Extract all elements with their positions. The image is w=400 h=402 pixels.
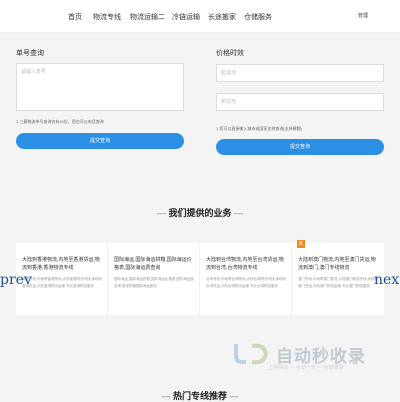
- nav-item-transport-2[interactable]: 物流运输二: [130, 12, 165, 22]
- service-card-desc: 澳门专线,内地寄澳门物流,大陆澳门物流专线,深圳到澳门货运,大陆澳门物流运输,专…: [298, 277, 378, 288]
- nav-item-warehousing[interactable]: 仓储服务: [244, 12, 272, 22]
- tracking-submit-button[interactable]: 提交查询: [16, 133, 184, 149]
- service-card-title: 大陆到澳门物流,内地至澳门货运,物流到澳门,澳门专线物流: [298, 257, 376, 271]
- tracking-number-input[interactable]: 请输入单号: [16, 63, 184, 111]
- watermark-subtext: 上传网站 — 手动一次 — 自动收录: [268, 365, 344, 371]
- price-note: 1.您可以直接输入城市或国家名称查询(支持模糊): [216, 126, 302, 131]
- tracking-title: 单号查询: [16, 50, 44, 57]
- destination-input[interactable]: 到达地: [216, 93, 384, 111]
- service-card-desc: 台湾专线,内地寄台湾物流,大陆台湾物流专线,深圳到台湾货运,大陆台湾物流运输,专…: [206, 277, 286, 288]
- top-nav: 首页 物流专线 物流运输二 冷链运输 长途搬家 仓储服务 管理: [0, 0, 400, 33]
- lines-heading: — 热门专线推荐 —: [161, 391, 239, 401]
- carousel-next-button[interactable]: next: [374, 272, 400, 288]
- nav-user-link[interactable]: 管理: [358, 12, 368, 19]
- service-card-title: 大陆到台湾物流,内地至台湾货运,物流到台湾,台湾物流专线: [206, 257, 284, 271]
- nav-item-logistics-lines[interactable]: 物流专线: [93, 12, 121, 22]
- watermark: 自动秒收录 上传网站 — 手动一次 — 自动收录: [228, 340, 388, 380]
- services-carousel: 大陆到香港物流,内地至香港货运,物流到香港,香港物流专线 香港专线,内地寄香港物…: [16, 243, 384, 315]
- price-submit-button[interactable]: 提交查询: [216, 139, 384, 155]
- carousel-prev-button[interactable]: prev: [0, 272, 32, 288]
- service-card-desc: 国际海运,国际海运拼箱,国际海运价格表,国际海运费查询,整柜拼箱国际海运服务: [114, 277, 194, 288]
- service-card[interactable]: 大陆到台湾物流,内地至台湾货运,物流到台湾,台湾物流专线 台湾专线,内地寄台湾物…: [200, 243, 292, 315]
- nav-item-moving[interactable]: 长途搬家: [208, 12, 236, 22]
- origin-input[interactable]: 起运地: [216, 64, 384, 82]
- service-card-title: 大陆到香港物流,内地至香港货运,物流到香港,香港物流专线: [22, 257, 100, 271]
- service-card-title: 国际海运,国际海运拼箱,国际海运价格表,国际海运费查询: [114, 257, 192, 271]
- services-heading: — 我们提供的业务 —: [156, 208, 244, 218]
- recommend-badge: 荐: [297, 240, 305, 248]
- service-card-desc: 香港专线,内地寄香港物流,大陆香港物流专线,深圳到香港货运,大陆香港物流运输,专…: [22, 277, 102, 288]
- services-title: 我们提供的业务: [168, 208, 232, 218]
- watermark-logo-icon: [234, 343, 269, 365]
- service-card[interactable]: 国际海运,国际海运拼箱,国际海运价格表,国际海运费查询 国际海运,国际海运拼箱,…: [108, 243, 200, 315]
- service-card[interactable]: 大陆到澳门物流,内地至澳门货运,物流到澳门,澳门专线物流 澳门专线,内地寄澳门物…: [292, 243, 384, 315]
- price-title: 价格时效: [216, 50, 244, 57]
- nav-item-cold-chain[interactable]: 冷链运输: [172, 12, 200, 22]
- tracking-note: 1.三菱物流单号查询仅有10位，您也可以电话查询: [16, 119, 104, 124]
- nav-item-home[interactable]: 首页: [68, 12, 82, 22]
